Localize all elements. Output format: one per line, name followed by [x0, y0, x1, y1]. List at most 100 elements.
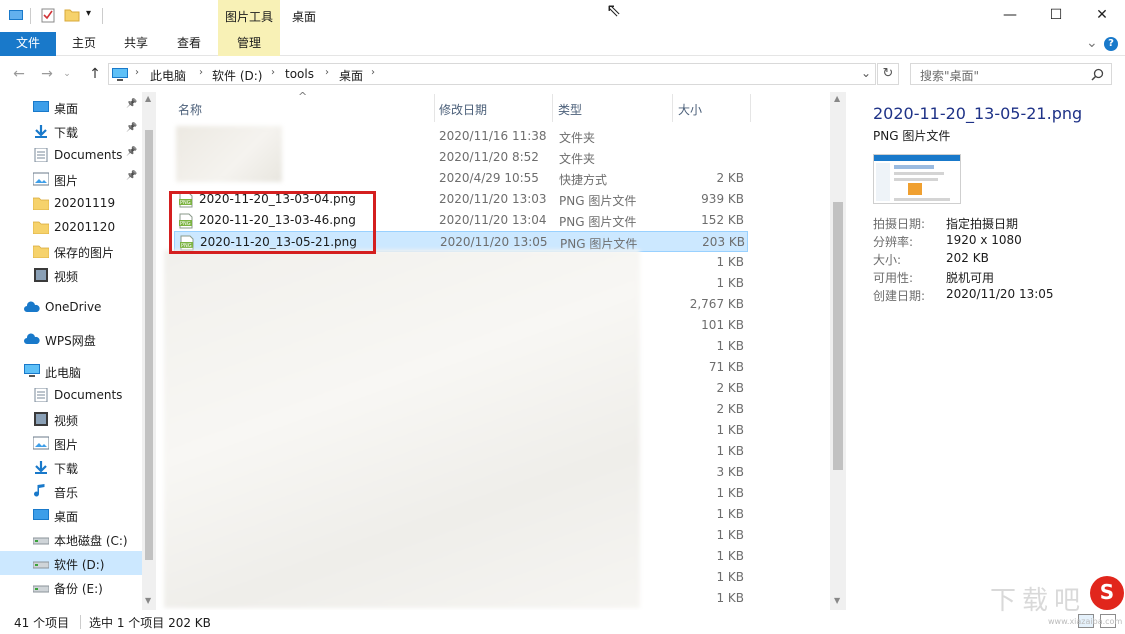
- scroll-up-icon[interactable]: ▲: [834, 94, 840, 103]
- sidebar-item-label: 备份 (E:): [54, 582, 103, 596]
- sidebar-item[interactable]: 20201120: [0, 215, 142, 239]
- address-dropdown-icon[interactable]: ⌄: [861, 66, 871, 80]
- breadcrumb-tools[interactable]: tools: [285, 67, 314, 81]
- sidebar-item-label: WPS网盘: [45, 334, 96, 348]
- sidebar-item[interactable]: Documents: [0, 383, 142, 407]
- detail-label: 创建日期:: [873, 289, 926, 303]
- file-size: 2 KB: [716, 171, 744, 185]
- sidebar-item-label: Documents: [54, 388, 123, 402]
- scroll-up-icon[interactable]: ▲: [145, 94, 151, 103]
- new-folder-icon[interactable]: [64, 7, 80, 23]
- maximize-button[interactable]: ☐: [1033, 0, 1079, 32]
- document-icon: [33, 387, 49, 403]
- column-divider[interactable]: [552, 94, 553, 122]
- sidebar-item[interactable]: 软件 (D:): [0, 551, 142, 575]
- file-list-scrollbar[interactable]: ▲ ▼: [830, 92, 846, 610]
- drive-icon: [32, 532, 50, 546]
- tab-home[interactable]: 主页: [58, 32, 110, 56]
- tab-view[interactable]: 查看: [162, 32, 216, 56]
- tab-manage[interactable]: 管理: [218, 32, 280, 56]
- forward-arrow-icon[interactable]: →: [38, 65, 56, 83]
- ribbon-expand-icon[interactable]: ⌄: [1086, 35, 1098, 51]
- column-divider[interactable]: [434, 94, 435, 122]
- nav-scrollbar[interactable]: ▲ ▼: [142, 92, 156, 610]
- column-divider[interactable]: [750, 94, 751, 122]
- file-type: 快捷方式: [559, 173, 608, 187]
- file-list-scrollbar-thumb[interactable]: [833, 202, 843, 470]
- detail-label: 拍摄日期:: [873, 217, 926, 231]
- breadcrumb-this-pc[interactable]: 此电脑: [150, 67, 186, 84]
- download-icon: [33, 124, 49, 138]
- sidebar-item-label: 本地磁盘 (C:): [54, 534, 128, 548]
- breadcrumb-drive-d[interactable]: 软件 (D:): [212, 67, 262, 84]
- search-icon[interactable]: [1091, 68, 1104, 81]
- sidebar-item[interactable]: 桌面: [0, 503, 142, 527]
- column-header-type[interactable]: 类型: [558, 101, 582, 118]
- sidebar-item[interactable]: 本地磁盘 (C:): [0, 527, 142, 551]
- sidebar-item-label: 下载: [54, 462, 79, 476]
- sidebar-item[interactable]: 音乐: [0, 479, 142, 503]
- back-arrow-icon[interactable]: ←: [10, 65, 28, 83]
- file-size: 1 KB: [716, 570, 744, 584]
- sidebar-item[interactable]: 视频: [0, 263, 142, 287]
- file-date: 2020/11/20 13:05: [440, 235, 548, 249]
- sidebar-item[interactable]: 图片: [0, 431, 142, 455]
- video-icon: [33, 412, 49, 426]
- context-tab-group: 图片工具: [218, 0, 280, 32]
- desktop-icon: [33, 508, 49, 522]
- detail-value: 202 KB: [946, 251, 989, 265]
- sidebar-item-label: 此电脑: [45, 366, 82, 380]
- sidebar-item[interactable]: 下载 📌: [0, 119, 142, 143]
- navigation-pane: 桌面 📌 下载 📌 Documents 📌 图片 📌 20201119 20201120 保存的图片…: [0, 92, 156, 610]
- preview-thumbnail: [873, 154, 961, 204]
- customize-qat-chevron-icon[interactable]: ▾: [86, 8, 91, 19]
- column-divider[interactable]: [672, 94, 673, 122]
- desktop-icon: [33, 100, 49, 114]
- address-bar[interactable]: › 此电脑 › 软件 (D:) › tools › 桌面 › ⌄: [108, 63, 876, 85]
- recent-locations-chevron-icon[interactable]: ⌄: [58, 65, 76, 83]
- scroll-down-icon[interactable]: ▼: [834, 596, 840, 605]
- column-header-size[interactable]: 大小: [678, 101, 702, 118]
- sidebar-item-label: 桌面: [54, 510, 79, 524]
- minimize-button[interactable]: —: [987, 0, 1033, 32]
- file-size: 3 KB: [716, 465, 744, 479]
- up-arrow-icon[interactable]: ↑: [86, 65, 104, 83]
- nav-scrollbar-thumb[interactable]: [145, 130, 153, 560]
- sidebar-item[interactable]: WPS网盘: [0, 327, 142, 351]
- sidebar-item[interactable]: Documents 📌: [0, 143, 142, 167]
- refresh-button[interactable]: ↻: [877, 63, 899, 85]
- sidebar-item[interactable]: OneDrive: [0, 295, 142, 319]
- sidebar-item[interactable]: 桌面 📌: [0, 95, 142, 119]
- column-header-name[interactable]: 名称: [178, 101, 202, 118]
- sort-ascending-icon: ^: [298, 90, 308, 103]
- sidebar-item[interactable]: 视频: [0, 407, 142, 431]
- sidebar-item-label: 下载: [54, 126, 79, 140]
- sidebar-item[interactable]: 图片 📌: [0, 167, 142, 191]
- sidebar-item[interactable]: 此电脑: [0, 359, 142, 383]
- tab-share[interactable]: 共享: [110, 32, 162, 56]
- help-icon[interactable]: ?: [1104, 37, 1118, 51]
- sidebar-item[interactable]: 下载: [0, 455, 142, 479]
- scroll-down-icon[interactable]: ▼: [145, 596, 151, 605]
- sidebar-item-label: 20201120: [54, 220, 116, 234]
- properties-icon[interactable]: [40, 7, 56, 23]
- search-box[interactable]: 搜索"桌面": [910, 63, 1112, 85]
- file-size: 203 KB: [702, 235, 745, 249]
- close-button[interactable]: ✕: [1079, 0, 1125, 32]
- breadcrumb-desktop[interactable]: 桌面: [339, 67, 363, 84]
- tab-file[interactable]: 文件: [0, 32, 56, 56]
- column-header-date[interactable]: 修改日期: [439, 101, 487, 118]
- status-item-count: 41 个项目: [14, 616, 70, 630]
- folder-icon: [32, 196, 50, 211]
- sidebar-item[interactable]: 20201119: [0, 191, 142, 215]
- sidebar-item-label: 视频: [54, 270, 79, 284]
- search-placeholder: 搜索"桌面": [920, 69, 980, 83]
- sidebar-item[interactable]: 备份 (E:): [0, 575, 142, 599]
- details-filename: 2020-11-20_13-05-21.png: [873, 104, 1083, 123]
- file-size: 1 KB: [716, 276, 744, 290]
- breadcrumb-separator-icon: ›: [135, 67, 139, 78]
- sidebar-item[interactable]: 保存的图片: [0, 239, 142, 263]
- sidebar-item-label: OneDrive: [45, 300, 102, 314]
- pin-icon: 📌: [126, 147, 138, 157]
- download-icon: [33, 460, 49, 474]
